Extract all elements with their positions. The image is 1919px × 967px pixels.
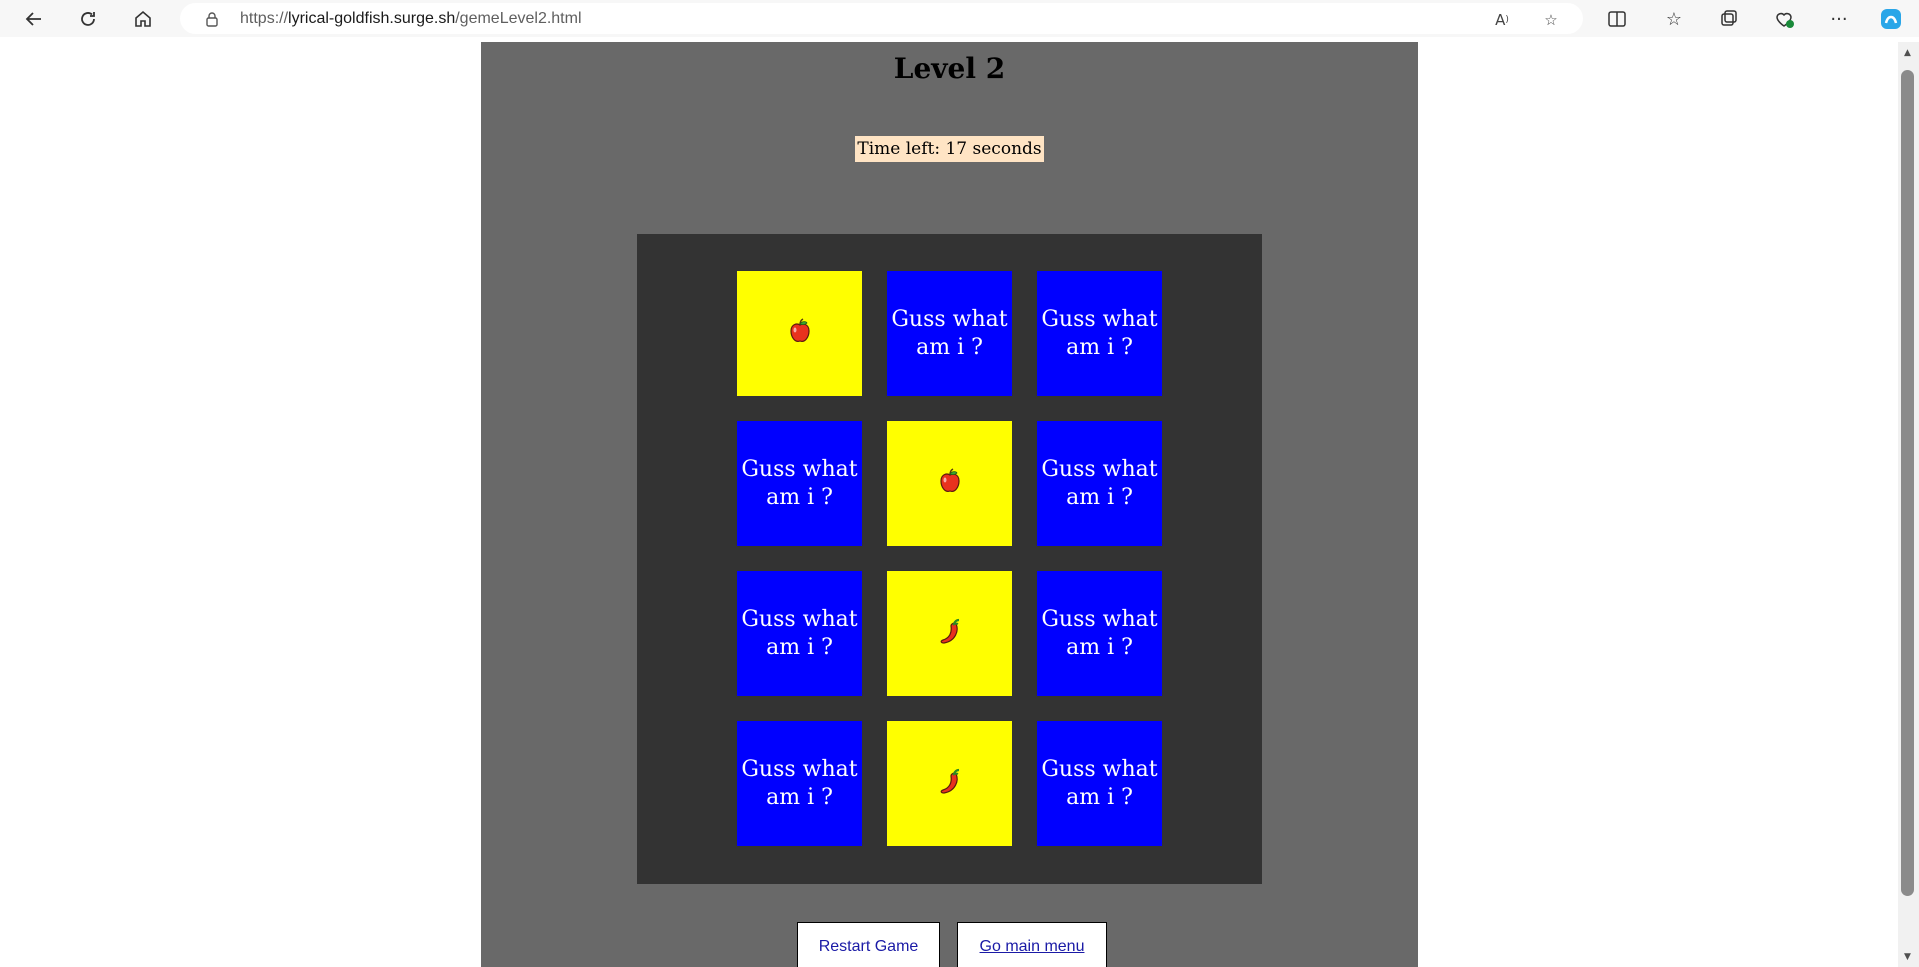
split-screen-icon[interactable] — [1604, 6, 1630, 32]
browser-toolbar: https://lyrical-goldfish.surge.sh/gemeLe… — [0, 0, 1919, 37]
memory-card-hidden[interactable]: Guss what am i ? — [887, 271, 1012, 396]
memory-card-revealed[interactable] — [887, 571, 1012, 696]
more-options-icon[interactable]: ··· — [1826, 6, 1852, 32]
scroll-down-arrow-icon[interactable]: ▼ — [1904, 952, 1911, 962]
memory-card-hidden[interactable]: Guss what am i ? — [737, 571, 862, 696]
timer-text: Time left: 17 seconds — [855, 136, 1044, 162]
card-label: Guss what am i ? — [1041, 456, 1158, 510]
memory-card-hidden[interactable]: Guss what am i ? — [1037, 421, 1162, 546]
favorites-icon[interactable]: ☆ — [1661, 6, 1687, 32]
back-arrow-icon — [25, 12, 41, 26]
card-label: Guss what am i ? — [1041, 606, 1158, 660]
card-label: Guss what am i ? — [1041, 306, 1158, 360]
restart-game-button[interactable]: Restart Game — [797, 922, 940, 967]
collections-icon[interactable] — [1716, 6, 1742, 32]
memory-card-hidden[interactable]: Guss what am i ? — [1037, 571, 1162, 696]
refresh-icon — [81, 12, 95, 26]
favorite-star-icon[interactable]: ☆ — [1540, 9, 1562, 31]
refresh-button[interactable] — [72, 4, 104, 34]
read-aloud-icon[interactable]: A) — [1491, 9, 1513, 31]
memory-card-hidden[interactable]: Guss what am i ? — [1037, 721, 1162, 846]
memory-card-hidden[interactable]: Guss what am i ? — [737, 421, 862, 546]
copilot-icon[interactable] — [1878, 6, 1904, 32]
scrollbar-thumb[interactable] — [1901, 70, 1914, 896]
home-icon — [135, 10, 151, 27]
memory-card-revealed[interactable] — [737, 271, 862, 396]
memory-card-revealed[interactable] — [887, 421, 1012, 546]
address-bar[interactable]: https://lyrical-goldfish.surge.sh/gemeLe… — [180, 3, 1583, 34]
card-label: Guss what am i ? — [891, 306, 1008, 360]
card-label: Guss what am i ? — [741, 756, 858, 810]
memory-card-hidden[interactable]: Guss what am i ? — [1037, 271, 1162, 396]
chili-pepper-icon — [934, 616, 966, 652]
memory-card-revealed[interactable] — [887, 721, 1012, 846]
card-label: Guss what am i ? — [741, 456, 858, 510]
card-label: Guss what am i ? — [741, 606, 858, 660]
home-button[interactable] — [127, 4, 159, 34]
chili-pepper-icon — [934, 766, 966, 802]
main-menu-link[interactable]: Go main menu — [957, 922, 1107, 967]
back-button[interactable] — [18, 4, 50, 34]
page-viewport: Level 2 Time left: 17 seconds Guss what … — [5, 42, 1898, 967]
url-text[interactable]: https://lyrical-goldfish.surge.sh/gemeLe… — [240, 10, 582, 28]
scroll-up-arrow-icon[interactable]: ▲ — [1904, 48, 1911, 58]
level-title: Level 2 — [893, 52, 1006, 85]
game-board: Guss what am i ? Guss what am i ? Guss wha… — [637, 234, 1262, 884]
browser-essentials-icon[interactable] — [1771, 6, 1797, 32]
apple-icon — [934, 466, 966, 502]
card-label: Guss what am i ? — [1041, 756, 1158, 810]
apple-icon — [784, 316, 816, 352]
lock-icon — [206, 12, 218, 27]
game-panel: Level 2 Time left: 17 seconds Guss what … — [481, 42, 1418, 967]
memory-card-hidden[interactable]: Guss what am i ? — [737, 721, 862, 846]
